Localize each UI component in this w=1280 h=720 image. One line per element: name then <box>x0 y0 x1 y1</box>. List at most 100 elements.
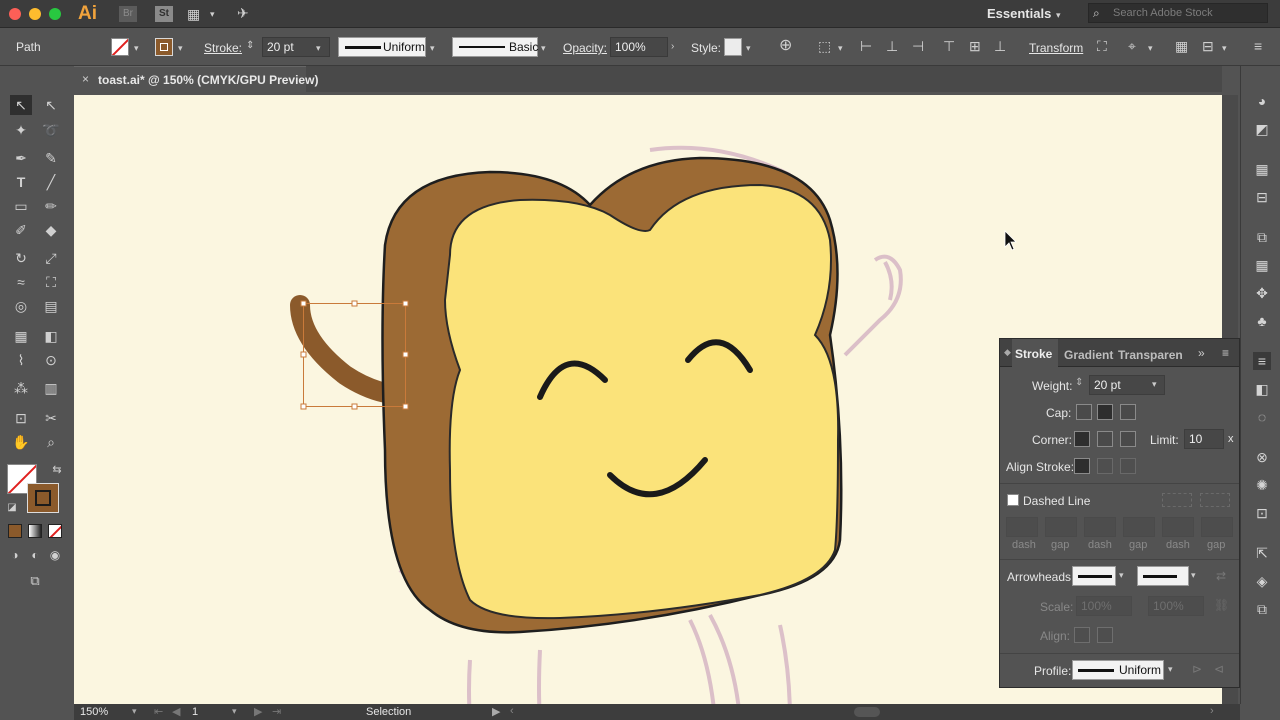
status-menu-icon[interactable]: ▶ <box>492 705 500 718</box>
stroke-swatch[interactable] <box>155 38 173 56</box>
panel-menu-icon[interactable]: ≡ <box>1222 346 1229 360</box>
stock-button[interactable]: St <box>155 6 173 22</box>
color-mode-button[interactable] <box>8 524 22 538</box>
color-panel-icon[interactable]: ◕ <box>1253 92 1271 110</box>
export-icon[interactable]: ⇱ <box>1253 544 1271 562</box>
horizontal-scroll-thumb[interactable] <box>854 707 880 717</box>
scroll-left-icon[interactable]: ‹ <box>510 705 514 717</box>
pen-tool-icon[interactable]: ✒ <box>10 148 32 168</box>
swatches-icon[interactable]: ▦ <box>1253 160 1271 178</box>
weight-chevron-icon[interactable]: ▾ <box>1152 379 1157 390</box>
line-tool-icon[interactable]: ╱ <box>40 172 62 192</box>
color-guide-icon[interactable]: ◩ <box>1253 120 1271 138</box>
slice-tool-icon[interactable]: ✂ <box>40 408 62 428</box>
symbols-icon[interactable]: ⧉ <box>1253 228 1271 246</box>
close-tab-icon[interactable]: × <box>82 72 89 86</box>
document-tab[interactable]: × toast.ai* @ 150% (CMYK/GPU Preview) <box>74 66 318 92</box>
projecting-cap-button[interactable] <box>1120 404 1136 420</box>
start-scale-input[interactable]: 100% <box>1076 596 1132 616</box>
round-cap-button[interactable] <box>1097 404 1113 420</box>
shaper-tool-icon[interactable]: ✐ <box>10 220 32 240</box>
gradient-mode-button[interactable] <box>28 524 42 538</box>
arrange-documents-icon[interactable]: ▦ <box>187 7 200 21</box>
screen-mode-icon[interactable]: ⧉ <box>24 571 46 591</box>
extend-arrow-tip-button[interactable] <box>1074 627 1090 643</box>
last-artboard-icon[interactable]: ⇥ <box>272 705 281 718</box>
round-join-button[interactable] <box>1097 431 1113 447</box>
transparency-panel-icon[interactable]: ◌ <box>1253 408 1271 426</box>
paintbrush-tool-icon[interactable]: ✏ <box>40 196 62 216</box>
swap-fill-stroke-icon[interactable]: ⇆ <box>46 460 68 480</box>
shape-builder-tool-icon[interactable]: ◎ <box>10 296 32 316</box>
zoom-level[interactable]: 150% <box>80 706 108 718</box>
stroke-color-swatch[interactable] <box>27 483 59 513</box>
variable-width-profile[interactable]: Uniform <box>338 37 426 57</box>
none-mode-button[interactable] <box>48 524 62 538</box>
align-top-icon[interactable]: ⊤ <box>943 39 955 53</box>
eyedropper-tool-icon[interactable]: ⌇ <box>10 350 32 370</box>
control-bar-menu-icon[interactable]: ≡ <box>1254 39 1262 53</box>
hand-tool-icon[interactable]: ✋ <box>10 432 32 452</box>
brush-definition[interactable]: Basic <box>452 37 538 57</box>
workspace-switcher[interactable]: Essentials <box>987 6 1051 21</box>
stock-search[interactable]: ⌕ Search Adobe Stock <box>1088 3 1268 23</box>
selection-tool-icon[interactable]: ↖ <box>10 95 32 115</box>
stroke-chevron-icon[interactable]: ▾ <box>178 41 183 55</box>
align-to-chevron-icon[interactable]: ▾ <box>838 41 843 55</box>
graphic-styles-icon[interactable]: ▦ <box>1253 256 1271 274</box>
blend-tool-icon[interactable]: ⊙ <box>40 350 62 370</box>
default-fill-stroke-icon[interactable]: ◪ <box>1 498 23 518</box>
align-right-icon[interactable]: ⊣ <box>912 39 924 53</box>
align-bottom-icon[interactable]: ⊥ <box>994 39 1006 53</box>
gradient-tool-icon[interactable]: ◧ <box>40 326 62 346</box>
gradient-panel-icon[interactable]: ◧ <box>1253 380 1271 398</box>
panel-menu-icon[interactable]: ⊟ <box>1202 39 1214 53</box>
stroke-weight-chevron-icon[interactable]: ▾ <box>316 41 321 55</box>
miter-join-button[interactable] <box>1074 431 1090 447</box>
close-window-button[interactable] <box>9 8 21 20</box>
tab-gradient[interactable]: Gradient <box>1064 348 1113 362</box>
stroke-stepper-icon[interactable]: ⇕ <box>246 39 254 53</box>
width-tool-icon[interactable]: ≈ <box>10 272 32 292</box>
start-arrowhead-chevron-icon[interactable]: ▾ <box>1119 570 1124 581</box>
profile-chevron-icon[interactable]: ▾ <box>1168 664 1173 675</box>
end-scale-input[interactable]: 100% <box>1148 596 1204 616</box>
mesh-tool-icon[interactable]: ▦ <box>10 326 32 346</box>
align-center-icon[interactable]: ⊥ <box>886 39 898 53</box>
links-icon[interactable]: ⊗ <box>1253 448 1271 466</box>
lasso-tool-icon[interactable]: ➰ <box>40 120 62 140</box>
isolate-icon[interactable]: ⌖ <box>1128 39 1136 53</box>
graph-tool-icon[interactable]: ▥ <box>40 378 62 398</box>
tab-stroke[interactable]: Stroke <box>1012 339 1058 367</box>
align-center-stroke-button[interactable] <box>1074 458 1090 474</box>
fill-swatch-none[interactable] <box>111 38 129 56</box>
draw-behind-icon[interactable]: ◐ <box>24 545 46 565</box>
opacity-arrow-icon[interactable]: › <box>671 40 674 54</box>
end-arrowhead-chevron-icon[interactable]: ▾ <box>1191 570 1196 581</box>
layers-icon[interactable]: ◈ <box>1253 572 1271 590</box>
more-tabs-icon[interactable]: » <box>1198 346 1205 360</box>
transform-link[interactable]: Transform <box>1029 41 1083 55</box>
start-arrowhead-select[interactable] <box>1072 566 1116 586</box>
symbol-sprayer-tool-icon[interactable]: ⁂ <box>10 378 32 398</box>
zoom-chevron-icon[interactable]: ▾ <box>132 706 137 717</box>
artboards-icon[interactable]: ⊡ <box>1253 504 1271 522</box>
align-inside-stroke-button[interactable] <box>1097 458 1113 474</box>
previous-artboard-icon[interactable]: ◀ <box>172 705 180 718</box>
align-dash-icon[interactable] <box>1200 493 1230 507</box>
transform-icon[interactable]: ⛶ <box>1097 39 1107 53</box>
limit-input[interactable]: 10 <box>1184 429 1224 449</box>
dash-input[interactable] <box>1006 517 1038 537</box>
fill-chevron-icon[interactable]: ▾ <box>134 41 139 55</box>
tab-transparency[interactable]: Transparen <box>1118 348 1183 362</box>
scale-tool-icon[interactable]: ⤢ <box>40 248 62 268</box>
draw-inside-icon[interactable]: ◉ <box>44 545 66 565</box>
workspace-chevron-icon[interactable]: ▾ <box>1056 8 1061 22</box>
opacity-label[interactable]: Opacity: <box>563 41 607 55</box>
stroke-label[interactable]: Stroke: <box>204 41 242 55</box>
link-scale-icon[interactable]: ⛓ <box>1214 598 1229 612</box>
gpu-performance-icon[interactable]: ✈ <box>237 6 249 20</box>
profile-select[interactable]: Uniform <box>1072 660 1164 680</box>
rectangle-tool-icon[interactable]: ▭ <box>10 196 32 216</box>
free-transform-tool-icon[interactable]: ⛶ <box>40 272 62 292</box>
